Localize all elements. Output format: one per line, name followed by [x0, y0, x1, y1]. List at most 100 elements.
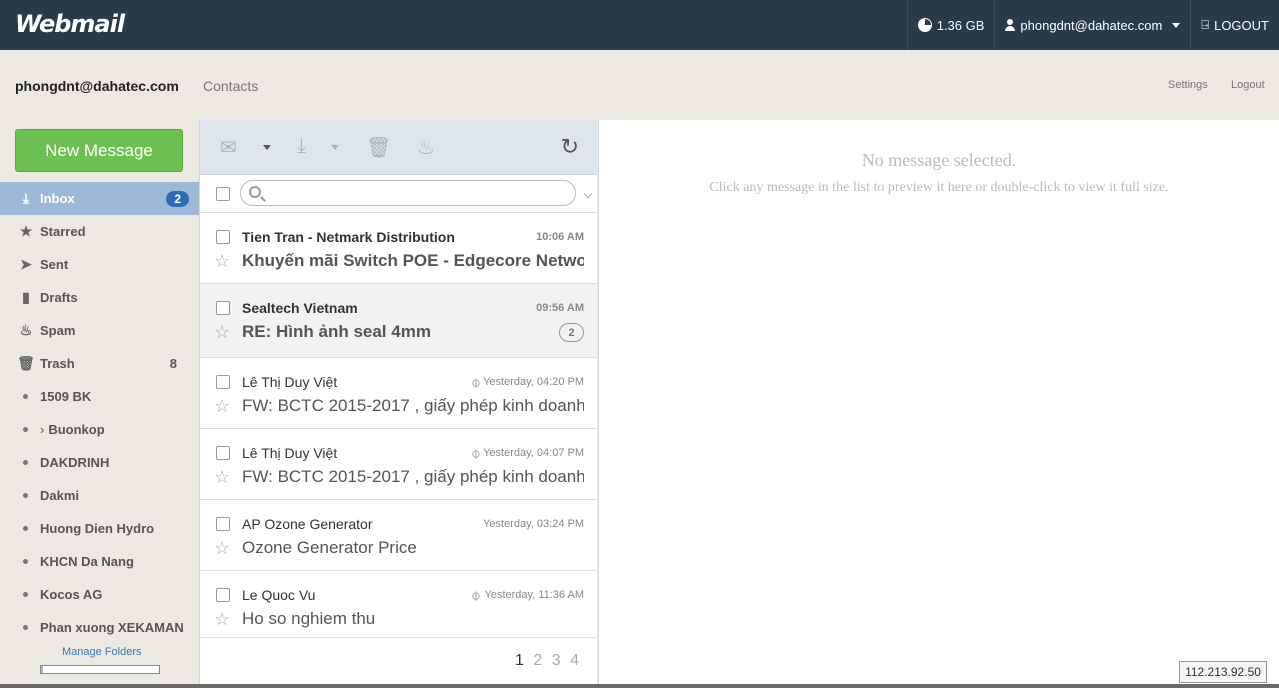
message-subject: Ho so nghiem thu — [242, 609, 376, 628]
message-subject: Khuyến mãi Switch POE - Edgecore Network… — [242, 251, 584, 270]
search-input[interactable] — [269, 185, 559, 201]
quota-indicator[interactable]: 1.36 GB — [906, 0, 995, 50]
chevron-down-icon[interactable] — [331, 145, 339, 150]
folder-kocos-ag[interactable]: Kocos AG — [0, 578, 199, 611]
folder-label: Trash — [40, 356, 75, 371]
taskbar-strip — [0, 684, 1279, 688]
message-subject: FW: BCTC 2015-2017 , giấy phép kinh doan… — [242, 396, 584, 415]
star-icon: ★ — [19, 223, 33, 239]
message-sender: Sealtech Vietnam — [242, 300, 358, 316]
new-message-button[interactable]: New Message — [15, 129, 183, 172]
webmail-logo[interactable]: Webmail — [15, 10, 125, 38]
folder-buonkop[interactable]: › Buonkop — [0, 413, 199, 446]
star-icon[interactable]: ☆ — [214, 538, 230, 559]
folder-trash[interactable]: 🗑 Trash 8 — [0, 347, 199, 380]
message-checkbox[interactable] — [216, 375, 230, 389]
mark-read-icon[interactable]: ✉ — [220, 135, 237, 160]
bullet-icon — [23, 394, 28, 399]
message-sender: Lê Thị Duy Việt — [242, 445, 338, 461]
bullet-icon — [23, 460, 28, 465]
message-sender: Tien Tran - Netmark Distribution — [242, 229, 455, 245]
quota-bar — [40, 665, 160, 674]
star-icon[interactable]: ☆ — [214, 396, 230, 417]
folder-phan-xuong-xekaman[interactable]: Phan xuong XEKAMAN — [0, 611, 199, 644]
chevron-down-icon[interactable] — [583, 189, 593, 199]
message-checkbox[interactable] — [216, 446, 230, 460]
star-icon[interactable]: ☆ — [214, 251, 230, 272]
folder-drafts[interactable]: ▮ Drafts — [0, 281, 199, 314]
bullet-icon — [23, 625, 28, 630]
folder-label: Kocos AG — [40, 587, 103, 602]
folder-khcn-da-nang[interactable]: KHCN Da Nang — [0, 545, 199, 578]
user-menu[interactable]: phongdnt@dahatec.com — [994, 0, 1190, 50]
unread-badge: 2 — [166, 190, 189, 207]
paper-plane-icon: ➤ — [20, 256, 32, 272]
folder-dakdrinh[interactable]: DAKDRINH — [0, 446, 199, 479]
settings-link[interactable]: Settings — [1168, 79, 1208, 91]
top-bar: Webmail 1.36 GB phongdnt@dahatec.com ⍈ L… — [0, 0, 1279, 50]
message-time: Yesterday, 03:24 PM — [483, 518, 584, 530]
refresh-icon[interactable]: ↻ — [561, 134, 579, 160]
logout-button[interactable]: ⍈ LOGOUT — [1190, 0, 1279, 50]
page-link[interactable]: 1 — [515, 652, 524, 669]
star-icon[interactable]: ☆ — [214, 322, 230, 343]
message-subject: FW: BCTC 2015-2017 , giấy phép kinh doan… — [242, 467, 584, 486]
page-link[interactable]: 2 — [533, 652, 542, 669]
folder-label: Buonkop — [48, 422, 105, 437]
thread-count-badge: 2 — [559, 323, 584, 342]
page-link[interactable]: 3 — [552, 652, 561, 669]
chevron-right-icon[interactable]: › — [40, 422, 44, 437]
message-time: Yesterday, 04:07 PM — [483, 447, 584, 459]
message-subject: RE: Hình ảnh seal 4mm — [242, 322, 431, 341]
message-row[interactable]: ☆ Lê Thị Duy Việt ⌀ Yesterday, 04:07 PM … — [200, 429, 597, 500]
message-sender: Lê Thị Duy Việt — [242, 374, 338, 390]
folder-1509-bk[interactable]: 1509 BK — [0, 380, 199, 413]
trash-icon[interactable]: 🗑 — [366, 135, 391, 160]
folder-label: 1509 BK — [40, 389, 92, 404]
folder-label: Starred — [40, 224, 86, 239]
star-icon[interactable]: ☆ — [214, 609, 230, 630]
folder-label: Huong Dien Hydro — [40, 521, 155, 536]
trash-icon: 🗑 — [17, 355, 35, 371]
quota-bar-fill — [41, 666, 44, 673]
paperclip-icon: ⌀ — [465, 444, 484, 462]
star-icon[interactable]: ☆ — [214, 467, 230, 488]
move-icon[interactable]: ⤓ — [297, 135, 306, 158]
folder-dakmi[interactable]: Dakmi — [0, 479, 199, 512]
fire-icon[interactable]: ♨ — [417, 135, 435, 160]
contacts-link[interactable]: Contacts — [203, 78, 258, 94]
message-time: 09:56 AM — [536, 302, 584, 314]
logout-link[interactable]: Logout — [1231, 79, 1265, 91]
message-row[interactable]: ☆ Sealtech Vietnam 09:56 AM RE: Hình ảnh… — [200, 284, 597, 358]
chevron-down-icon[interactable] — [263, 145, 271, 150]
message-row[interactable]: ☆ Le Quoc Vu ⌀ Yesterday, 11:36 AM Ho so… — [200, 571, 597, 638]
folder-spam[interactable]: ♨ Spam — [0, 314, 199, 347]
folder-sent[interactable]: ➤ Sent — [0, 248, 199, 281]
search-box[interactable] — [240, 180, 576, 206]
trash-count: 8 — [169, 356, 177, 371]
no-message-title: No message selected. — [861, 150, 1017, 170]
page-link[interactable]: 4 — [570, 652, 579, 669]
message-checkbox[interactable] — [216, 301, 230, 315]
bullet-icon — [23, 559, 28, 564]
folder-inbox[interactable]: ⤓ Inbox 2 — [0, 182, 199, 215]
message-checkbox[interactable] — [216, 517, 230, 531]
folder-label: KHCN Da Nang — [40, 554, 134, 569]
folder-starred[interactable]: ★ Starred — [0, 215, 199, 248]
select-all-checkbox[interactable] — [216, 187, 230, 201]
manage-folders-link[interactable]: Manage Folders — [62, 646, 142, 658]
paperclip-icon: ⌀ — [465, 373, 484, 391]
folder-label: DAKDRINH — [40, 455, 110, 470]
folder-huong-dien-hydro[interactable]: Huong Dien Hydro — [0, 512, 199, 545]
folder-label: Spam — [40, 323, 76, 338]
message-row[interactable]: ☆ AP Ozone Generator Yesterday, 03:24 PM… — [200, 500, 597, 571]
bullet-icon — [23, 427, 28, 432]
message-row[interactable]: ☆ Tien Tran - Netmark Distribution 10:06… — [200, 213, 597, 284]
message-checkbox[interactable] — [216, 588, 230, 602]
chevron-down-icon — [1172, 22, 1181, 28]
ip-address-label: 112.213.92.50 — [1179, 661, 1267, 683]
message-checkbox[interactable] — [216, 230, 230, 244]
folder-label: Dakmi — [40, 488, 80, 503]
account-name: phongdnt@dahatec.com — [15, 78, 179, 94]
message-row[interactable]: ☆ Lê Thị Duy Việt ⌀ Yesterday, 04:20 PM … — [200, 358, 597, 429]
